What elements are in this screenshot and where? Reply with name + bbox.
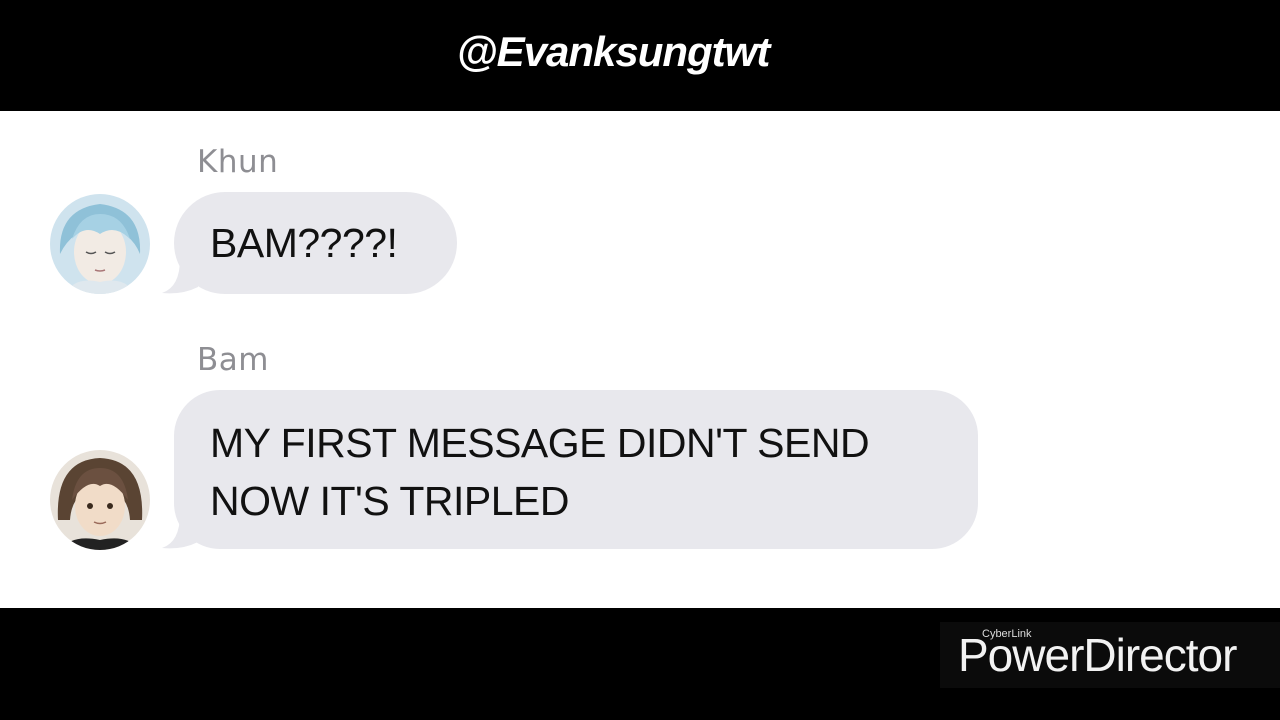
chat-thread[interactable]: Khun BAM????! Bam MY FIRST MESSAGE DIDN'… xyxy=(0,111,1280,608)
khun-avatar-icon xyxy=(50,194,150,294)
message-text-line: NOW IT'S TRIPLED xyxy=(210,478,570,524)
twitter-handle-caption: @Evanksungtwt xyxy=(456,28,771,75)
bam-avatar[interactable] xyxy=(50,450,150,550)
message-text-line: MY FIRST MESSAGE DIDN'T SEND xyxy=(210,420,870,466)
message-text-line: BAM????! xyxy=(210,220,398,266)
bubble-tail xyxy=(162,259,198,294)
bubble-tail xyxy=(162,514,198,549)
bam-avatar-icon xyxy=(50,450,150,550)
sender-name-bam: Bam xyxy=(197,342,269,378)
khun-avatar[interactable] xyxy=(50,194,150,294)
top-letterbox: @Evanksungtwt xyxy=(0,0,1280,111)
message-bubble-bam[interactable]: MY FIRST MESSAGE DIDN'T SEND NOW IT'S TR… xyxy=(174,390,978,549)
message-bubble-khun[interactable]: BAM????! xyxy=(174,192,457,294)
watermark-brand-big: PowerDirector xyxy=(958,629,1237,681)
powerdirector-watermark: CyberLink PowerDirector xyxy=(940,622,1280,688)
sender-name-khun: Khun xyxy=(197,144,279,180)
